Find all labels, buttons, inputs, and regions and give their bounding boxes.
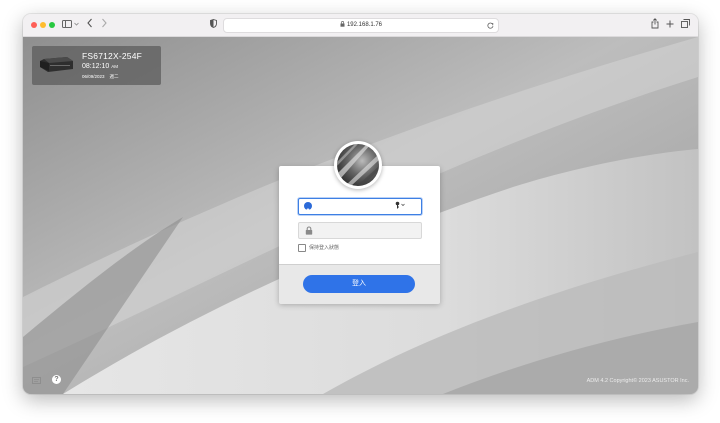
- help-icon[interactable]: ?: [52, 375, 61, 384]
- maximize-window-button[interactable]: [49, 22, 55, 28]
- nas-device-image: [40, 57, 73, 72]
- page-viewport: FS6712X-254F 08:12:10AM 06/09/2023週二 保: [23, 37, 698, 394]
- user-icon: [304, 202, 312, 210]
- password-input[interactable]: [317, 224, 412, 236]
- tabs-overview-icon[interactable]: [681, 18, 690, 32]
- minimize-window-button[interactable]: [40, 22, 46, 28]
- password-manager-key-icon[interactable]: [395, 201, 405, 211]
- username-input[interactable]: [317, 200, 387, 212]
- device-info-card: FS6712X-254F 08:12:10 AM 06/09/2023 週二: [32, 46, 161, 85]
- address-text: 192.168.1.76: [346, 22, 383, 28]
- browser-toolbar: 192.168.1.76: [23, 14, 698, 37]
- password-field[interactable]: [298, 222, 422, 239]
- login-button[interactable]: 登入: [303, 275, 415, 293]
- username-field[interactable]: [298, 198, 422, 215]
- device-name: FS6712X-254F: [82, 51, 143, 61]
- user-avatar: [334, 141, 382, 189]
- login-footer: 登入: [279, 264, 440, 304]
- back-icon[interactable]: [86, 18, 94, 32]
- sidebar-icon[interactable]: [61, 18, 73, 32]
- reload-icon[interactable]: [487, 22, 494, 29]
- remember-me-checkbox[interactable]: [298, 244, 306, 252]
- lock-icon: [340, 21, 345, 27]
- remember-me-label[interactable]: 保持登入狀態: [309, 244, 339, 251]
- close-window-button[interactable]: [31, 22, 37, 28]
- shield-icon[interactable]: [209, 18, 217, 32]
- device-date: 06/09/2023 週二: [82, 74, 119, 79]
- device-time: 08:12:10 AM: [82, 63, 118, 70]
- browser-window: 192.168.1.76 FS6712X-254F 08:12:10 AM 06…: [23, 14, 698, 394]
- copyright-text: ADM 4.2 Copyright© 2023 ASUSTOR Inc.: [586, 378, 689, 384]
- address-bar[interactable]: 192.168.1.76: [223, 18, 499, 33]
- forward-icon[interactable]: [100, 18, 108, 32]
- device-weekday: 週二: [109, 74, 119, 79]
- lock-icon: [305, 226, 313, 235]
- chat-icon[interactable]: [32, 377, 41, 384]
- new-tab-icon[interactable]: [666, 18, 674, 32]
- chevron-down-icon[interactable]: [73, 18, 79, 32]
- share-icon[interactable]: [651, 18, 659, 32]
